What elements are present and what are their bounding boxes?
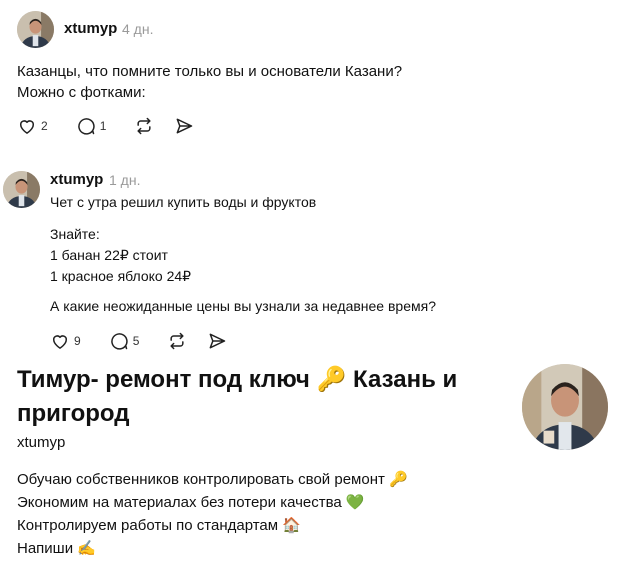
post-text-line: 1 красное яблоко 24₽	[50, 268, 192, 284]
repost-icon	[137, 117, 151, 135]
post-time[interactable]: 4 дн.	[122, 21, 153, 37]
post-text-line: А какие неожиданные цены вы узнали за не…	[50, 298, 436, 314]
post-actions: 9 5	[50, 331, 227, 351]
profile-avatar[interactable]	[522, 364, 608, 450]
reply-count: 1	[99, 119, 107, 133]
post-text-line: Знайте:	[50, 226, 100, 242]
like-count: 2	[41, 119, 48, 133]
post-username[interactable]: xtumyp	[50, 171, 103, 188]
bio-line: Напиши ✍	[17, 540, 96, 557]
heart-icon	[20, 120, 34, 134]
like-button[interactable]: 9	[50, 331, 81, 351]
avatar-photo	[522, 364, 608, 450]
avatar-photo	[3, 171, 40, 208]
share-icon	[209, 333, 226, 349]
share-button[interactable]	[174, 116, 194, 136]
post-text-line: 1 банан 22₽ стоит	[50, 247, 168, 263]
comment-icon	[110, 333, 128, 350]
profile-title: Тимур- ремонт под ключ 🔑 Казань и пригор…	[17, 366, 458, 427]
share-icon	[176, 118, 193, 134]
post-text-line: Чет с утра решил купить воды и фруктов	[50, 194, 317, 210]
bio-line: Экономим на материалах без потери качест…	[17, 494, 365, 511]
avatar-photo	[17, 11, 54, 48]
profile-handle: xtumyp	[17, 434, 66, 451]
post-text-line: Можно с фотками:	[17, 84, 146, 101]
profile-bio: Обучаю собственников контролировать свой…	[17, 468, 408, 560]
heart-icon	[53, 335, 67, 349]
avatar[interactable]	[17, 11, 54, 48]
post-text-line: Казанцы, что помните только вы и основат…	[17, 63, 403, 80]
share-button[interactable]	[207, 331, 227, 351]
comment-icon	[77, 118, 95, 135]
bio-line: Обучаю собственников контролировать свой…	[17, 471, 408, 488]
post-username[interactable]: xtumyp	[64, 20, 117, 37]
post-time[interactable]: 1 дн.	[109, 172, 140, 188]
repost-button[interactable]	[134, 116, 154, 136]
post-actions: 2 1	[17, 116, 194, 136]
like-button[interactable]: 2	[17, 116, 48, 136]
reply-button[interactable]: 1	[76, 116, 107, 136]
repost-icon	[170, 332, 184, 350]
reply-button[interactable]: 5	[109, 331, 140, 351]
bio-line: Контролируем работы по стандартам 🏠	[17, 517, 301, 534]
avatar[interactable]	[3, 171, 40, 208]
repost-button[interactable]	[167, 331, 187, 351]
like-count: 9	[74, 334, 81, 348]
reply-count: 5	[132, 334, 140, 348]
